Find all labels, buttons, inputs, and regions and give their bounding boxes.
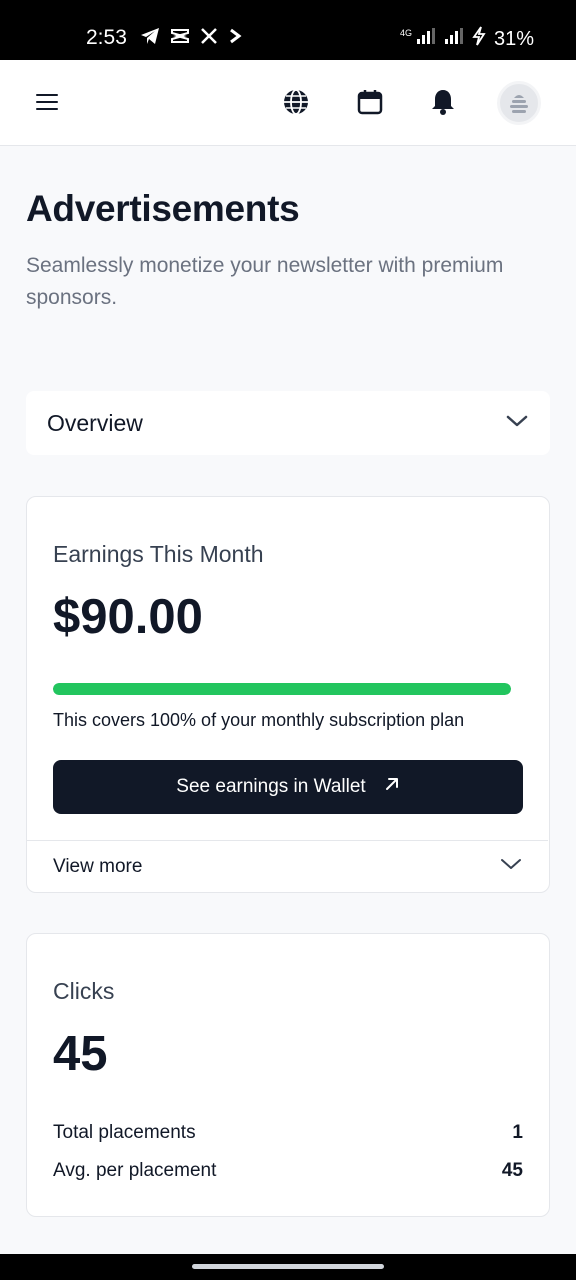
charging-icon	[472, 26, 486, 52]
earnings-amount: $90.00	[53, 590, 203, 644]
bell-icon[interactable]	[425, 84, 461, 120]
clicks-value: 45	[53, 1027, 108, 1081]
see-earnings-wallet-button[interactable]: See earnings in Wallet	[53, 760, 523, 814]
progress-caption: This covers 100% of your monthly subscri…	[53, 710, 465, 730]
network-label: 4G	[399, 28, 412, 38]
telegram-icon	[140, 27, 160, 50]
system-nav-bar	[0, 1254, 576, 1280]
clicks-card: Clicks 45 Total placements 1 Avg. per pl…	[26, 933, 550, 1217]
view-more-toggle[interactable]: View more	[27, 840, 548, 892]
external-arrow-icon	[384, 776, 400, 798]
app-header	[0, 60, 576, 146]
chevron-down-icon	[500, 857, 522, 876]
chevron-down-icon	[506, 414, 528, 433]
signal-icon	[416, 27, 436, 51]
page-subtitle: Seamlessly monetize your newsletter with…	[26, 254, 504, 309]
stat-value: 1	[512, 1122, 523, 1143]
x-icon	[200, 27, 218, 50]
stat-label: Total placements	[53, 1122, 196, 1143]
stat-label: Avg. per placement	[53, 1160, 217, 1181]
status-time: 2:53	[86, 26, 127, 49]
stat-value: 45	[501, 1160, 523, 1181]
view-more-label: View more	[53, 855, 143, 877]
earnings-progress-fill	[53, 683, 511, 695]
page-title: Advertisements	[26, 188, 300, 229]
avatar[interactable]	[497, 81, 541, 125]
capcut-icon	[170, 27, 190, 50]
stat-row-total-placements: Total placements 1	[53, 1122, 523, 1144]
hamburger-menu-icon[interactable]	[36, 94, 58, 112]
signal-2-icon	[444, 27, 464, 51]
globe-icon[interactable]	[278, 84, 314, 120]
arrow-app-icon	[228, 27, 242, 50]
calendar-icon[interactable]	[352, 84, 388, 120]
status-bar: 2:53 4G 31%	[0, 0, 576, 60]
overview-dropdown[interactable]: Overview	[26, 391, 550, 455]
home-gesture-handle[interactable]	[192, 1264, 384, 1269]
wallet-button-label: See earnings in Wallet	[176, 776, 366, 797]
battery-level: 31%	[493, 27, 534, 50]
earnings-progress-bar	[53, 683, 511, 695]
notification-icons	[140, 27, 242, 50]
system-status: 4G 31%	[400, 26, 534, 52]
clicks-label: Clicks	[53, 978, 115, 1004]
earnings-label: Earnings This Month	[53, 541, 264, 567]
stat-row-avg-per-placement: Avg. per placement 45	[53, 1160, 523, 1182]
earnings-card: Earnings This Month $90.00 This covers 1…	[26, 496, 550, 893]
overview-selected-value: Overview	[47, 409, 143, 436]
